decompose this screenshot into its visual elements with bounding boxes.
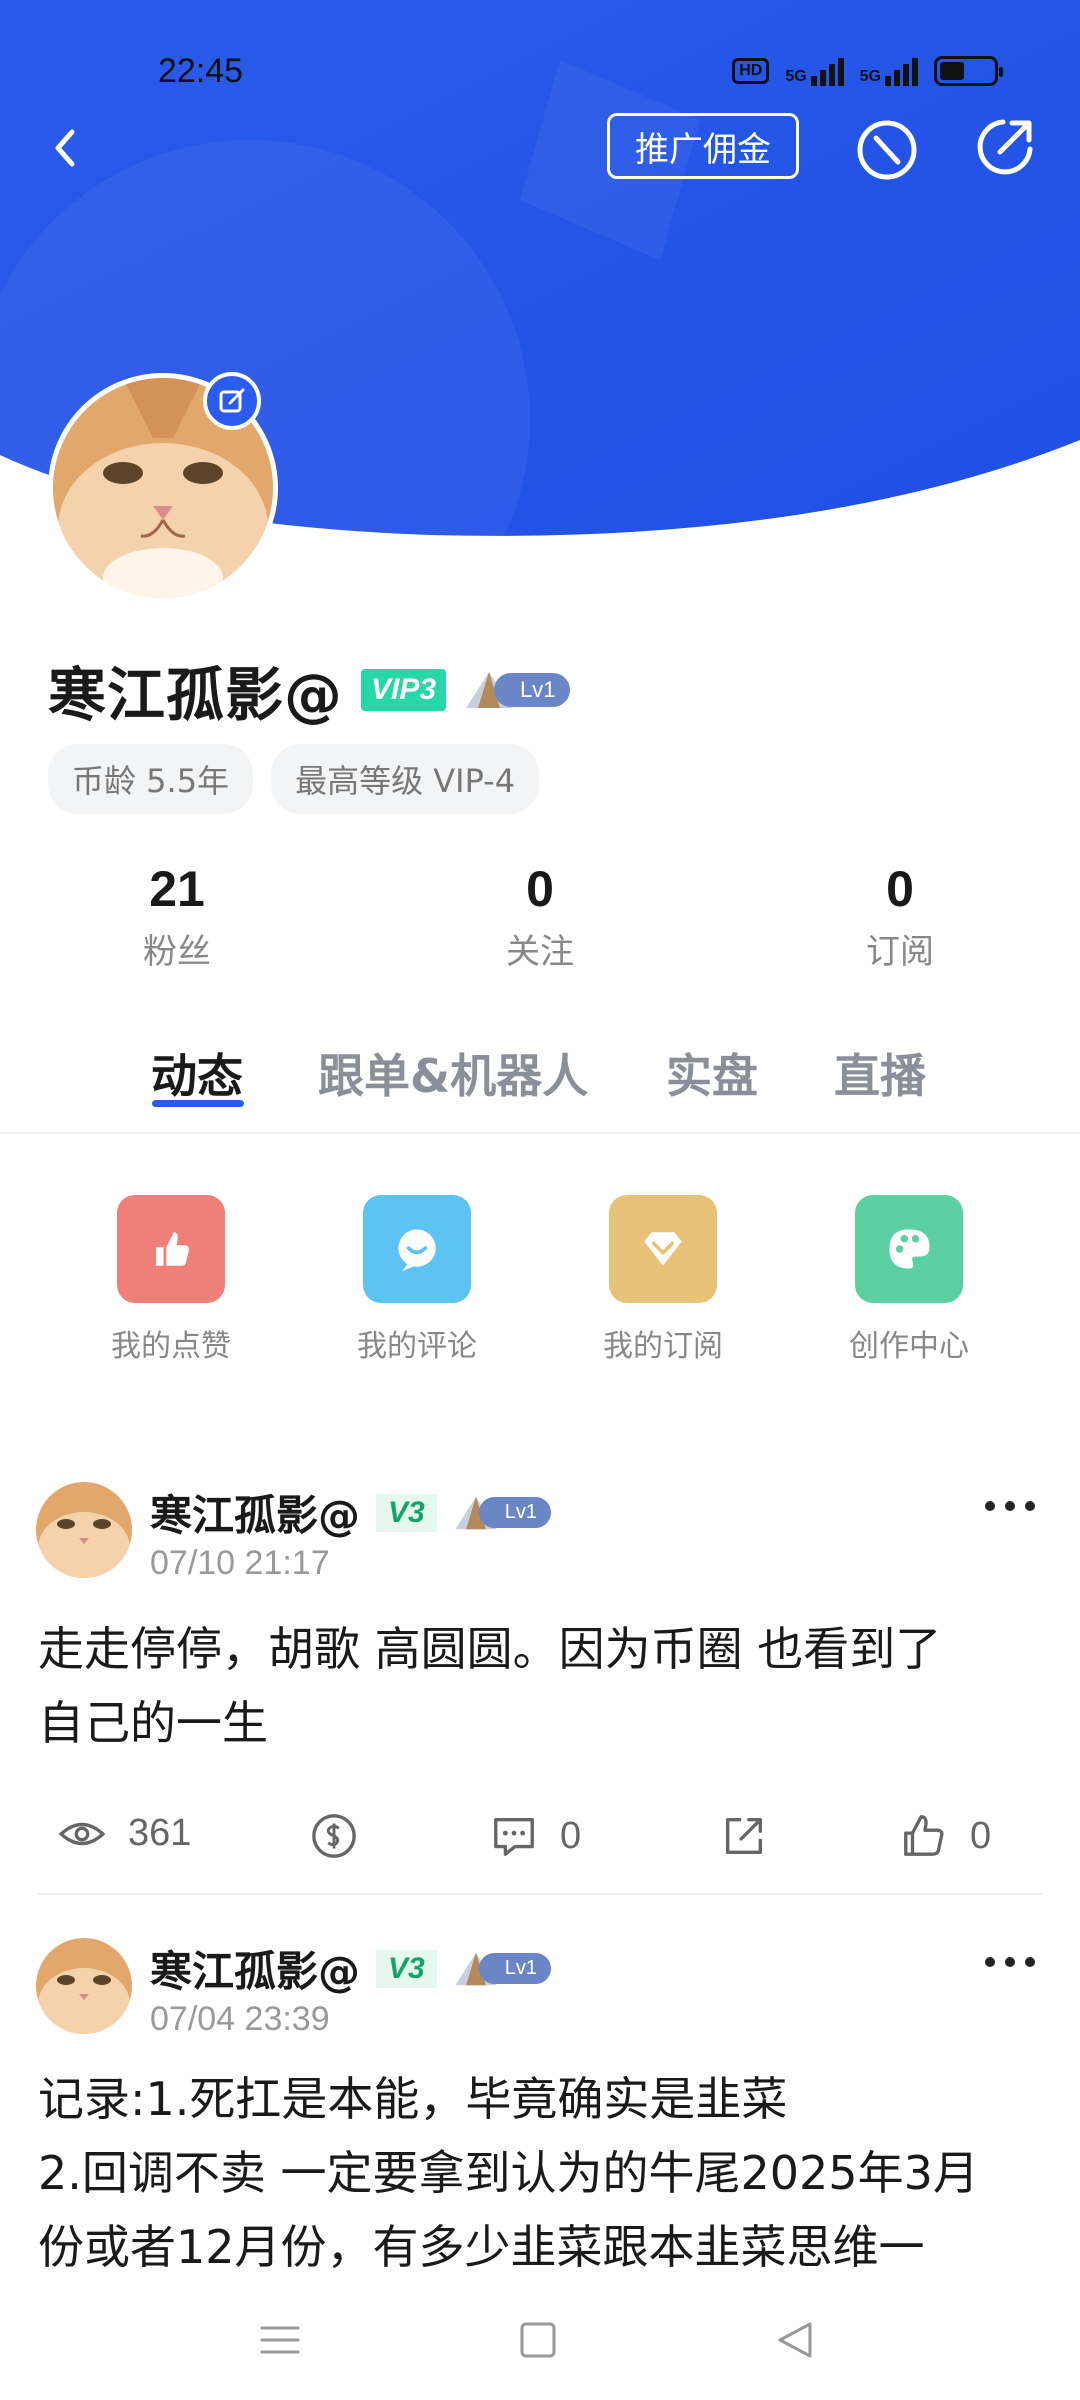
stat-followers[interactable]: 21 粉丝 (77, 860, 277, 973)
coin-icon (312, 1814, 356, 1858)
tag-highest-level: 最高等级 VIP-4 (271, 744, 540, 814)
tag-coin-age: 币龄 5.5年 (48, 744, 254, 814)
stat-subscriptions-value: 0 (886, 861, 914, 917)
status-time: 22:45 (158, 52, 244, 90)
post-card[interactable]: 寒江孤影@ V3 Lv1 07/10 21:17 走走停停，胡歌 高圆圆。因为币… (0, 1482, 1080, 1882)
post-time: 07/04 23:39 (150, 2000, 330, 2038)
share-button[interactable] (720, 1812, 768, 1860)
profile-tags: 币龄 5.5年 最高等级 VIP-4 (48, 744, 540, 814)
v-badge: V3 (376, 1949, 437, 1988)
like-count-value: 0 (970, 1814, 992, 1857)
views-count-value: 361 (128, 1812, 192, 1854)
tip-button[interactable] (310, 1812, 358, 1860)
post-time: 07/10 21:17 (150, 1544, 330, 1582)
post-content[interactable]: 记录:1.死扛是本能，毕竟确实是韭菜 2.回调不卖 一定要拿到认为的牛尾2025… (38, 2062, 1048, 2280)
stat-following-value: 0 (526, 861, 554, 917)
cat-avatar-image (36, 1482, 132, 1578)
hd-icon: HD (732, 58, 770, 84)
post-author-name[interactable]: 寒江孤影@ (150, 1938, 360, 1999)
share-icon (726, 1818, 762, 1854)
stat-followers-label: 粉丝 (143, 932, 211, 972)
signal-5g-icon-2: 5G (860, 56, 918, 86)
stat-followers-value: 21 (149, 861, 205, 917)
tab-live-stream[interactable]: 直播 (834, 1040, 926, 1106)
post-content-line: 份或者12月份，有多少韭菜跟本韭菜思维一 (38, 2220, 925, 2274)
quick-action-subscriptions-label: 我的订阅 (603, 1329, 723, 1364)
post-actions: 361 0 0 (0, 1812, 1080, 1872)
level-label: Lv1 (494, 673, 570, 707)
tab-feed[interactable]: 动态 (151, 1040, 243, 1106)
back-nav-icon[interactable] (766, 2310, 826, 2370)
system-nav-bar (0, 2280, 1080, 2400)
content-tabs: 动态 跟单&机器人 实盘 直播 (0, 1040, 1080, 1130)
post-content-line: 记录:1.死扛是本能，毕竟确实是韭菜 (38, 2072, 788, 2126)
promo-commission-button[interactable]: 推广佣金 (607, 113, 799, 179)
status-bar: 22:45 HD 5G 5G (0, 40, 1080, 100)
battery-icon (934, 56, 1003, 86)
post-author-avatar[interactable] (36, 1482, 132, 1578)
quick-action-comments-label: 我的评论 (357, 1329, 477, 1364)
comment-icon (363, 1195, 471, 1303)
stat-following-label: 关注 (506, 932, 574, 972)
comment-count-value: 0 (560, 1814, 582, 1857)
post-author-avatar[interactable] (36, 1938, 132, 2034)
stat-subscriptions[interactable]: 0 订阅 (800, 860, 1000, 973)
vip-badge[interactable]: VIP3 (361, 669, 447, 711)
active-tab-indicator (152, 1100, 244, 1107)
post-content[interactable]: 走走停停，胡歌 高圆圆。因为币圈 也看到了 自己的一生 (38, 1612, 1048, 1760)
post-content-clip: 记录:1.死扛是本能，毕竟确实是韭菜 2.回调不卖 一定要拿到认为的牛尾2025… (0, 2062, 1080, 2280)
edit-icon (219, 388, 245, 413)
profile-name-row: 寒江孤影@ VIP3 Lv1 (48, 648, 570, 732)
more-icon[interactable] (980, 1952, 1040, 1972)
divider (0, 1132, 1080, 1134)
post-content-line: 走走停停，胡歌 高圆圆。因为币圈 也看到了 (38, 1622, 942, 1676)
divider (38, 1893, 1042, 1895)
post-author-name[interactable]: 寒江孤影@ (150, 1482, 360, 1543)
share-icon[interactable] (970, 112, 1040, 182)
block-icon[interactable] (852, 115, 922, 185)
quick-action-likes[interactable]: 我的点赞 (86, 1195, 256, 1365)
signal-5g-icon: 5G (785, 56, 844, 86)
v-badge: V3 (376, 1493, 437, 1532)
tab-live-trading[interactable]: 实盘 (666, 1040, 758, 1106)
quick-action-creator-center-label: 创作中心 (849, 1329, 969, 1364)
post-author-row: 寒江孤影@ V3 Lv1 (150, 1482, 551, 1543)
status-icons: HD 5G 5G (732, 56, 1003, 86)
post-content-line: 自己的一生 (38, 1696, 268, 1750)
cat-avatar-image (36, 1938, 132, 2034)
quick-action-likes-label: 我的点赞 (111, 1329, 231, 1364)
menu-icon[interactable] (250, 2310, 310, 2370)
home-icon[interactable] (508, 2310, 568, 2370)
quick-action-creator-center[interactable]: 创作中心 (824, 1195, 994, 1365)
profile-stats: 21 粉丝 0 关注 0 订阅 (0, 860, 1080, 980)
quick-action-comments[interactable]: 我的评论 (332, 1195, 502, 1365)
level-badge: Lv1 (453, 1495, 551, 1531)
stat-following[interactable]: 0 关注 (440, 860, 640, 973)
quick-action-subscriptions[interactable]: 我的订阅 (578, 1195, 748, 1365)
level-label: Lv1 (478, 1497, 551, 1528)
views-count: 361 (58, 1812, 191, 1855)
comment-icon (494, 1818, 534, 1856)
like-button[interactable]: 0 (900, 1812, 991, 1860)
level-badge[interactable]: Lv1 (464, 670, 570, 710)
comment-button[interactable]: 0 (490, 1812, 581, 1860)
profile-name: 寒江孤影@ (48, 661, 344, 729)
tab-copy-trading[interactable]: 跟单&机器人 (318, 1040, 588, 1106)
more-icon[interactable] (980, 1496, 1040, 1516)
palette-icon (855, 1195, 963, 1303)
thumbs-up-icon (904, 1815, 944, 1856)
level-badge: Lv1 (453, 1951, 551, 1987)
thumbs-up-icon (117, 1195, 225, 1303)
back-icon[interactable] (38, 118, 98, 178)
post-content-line: 2.回调不卖 一定要拿到认为的牛尾2025年3月 (38, 2146, 979, 2200)
edit-avatar-button[interactable] (203, 372, 261, 430)
stat-subscriptions-label: 订阅 (866, 932, 934, 972)
post-author-row: 寒江孤影@ V3 Lv1 (150, 1938, 551, 1999)
level-label: Lv1 (478, 1953, 551, 1984)
diamond-icon (609, 1195, 717, 1303)
eye-icon (58, 1822, 106, 1845)
